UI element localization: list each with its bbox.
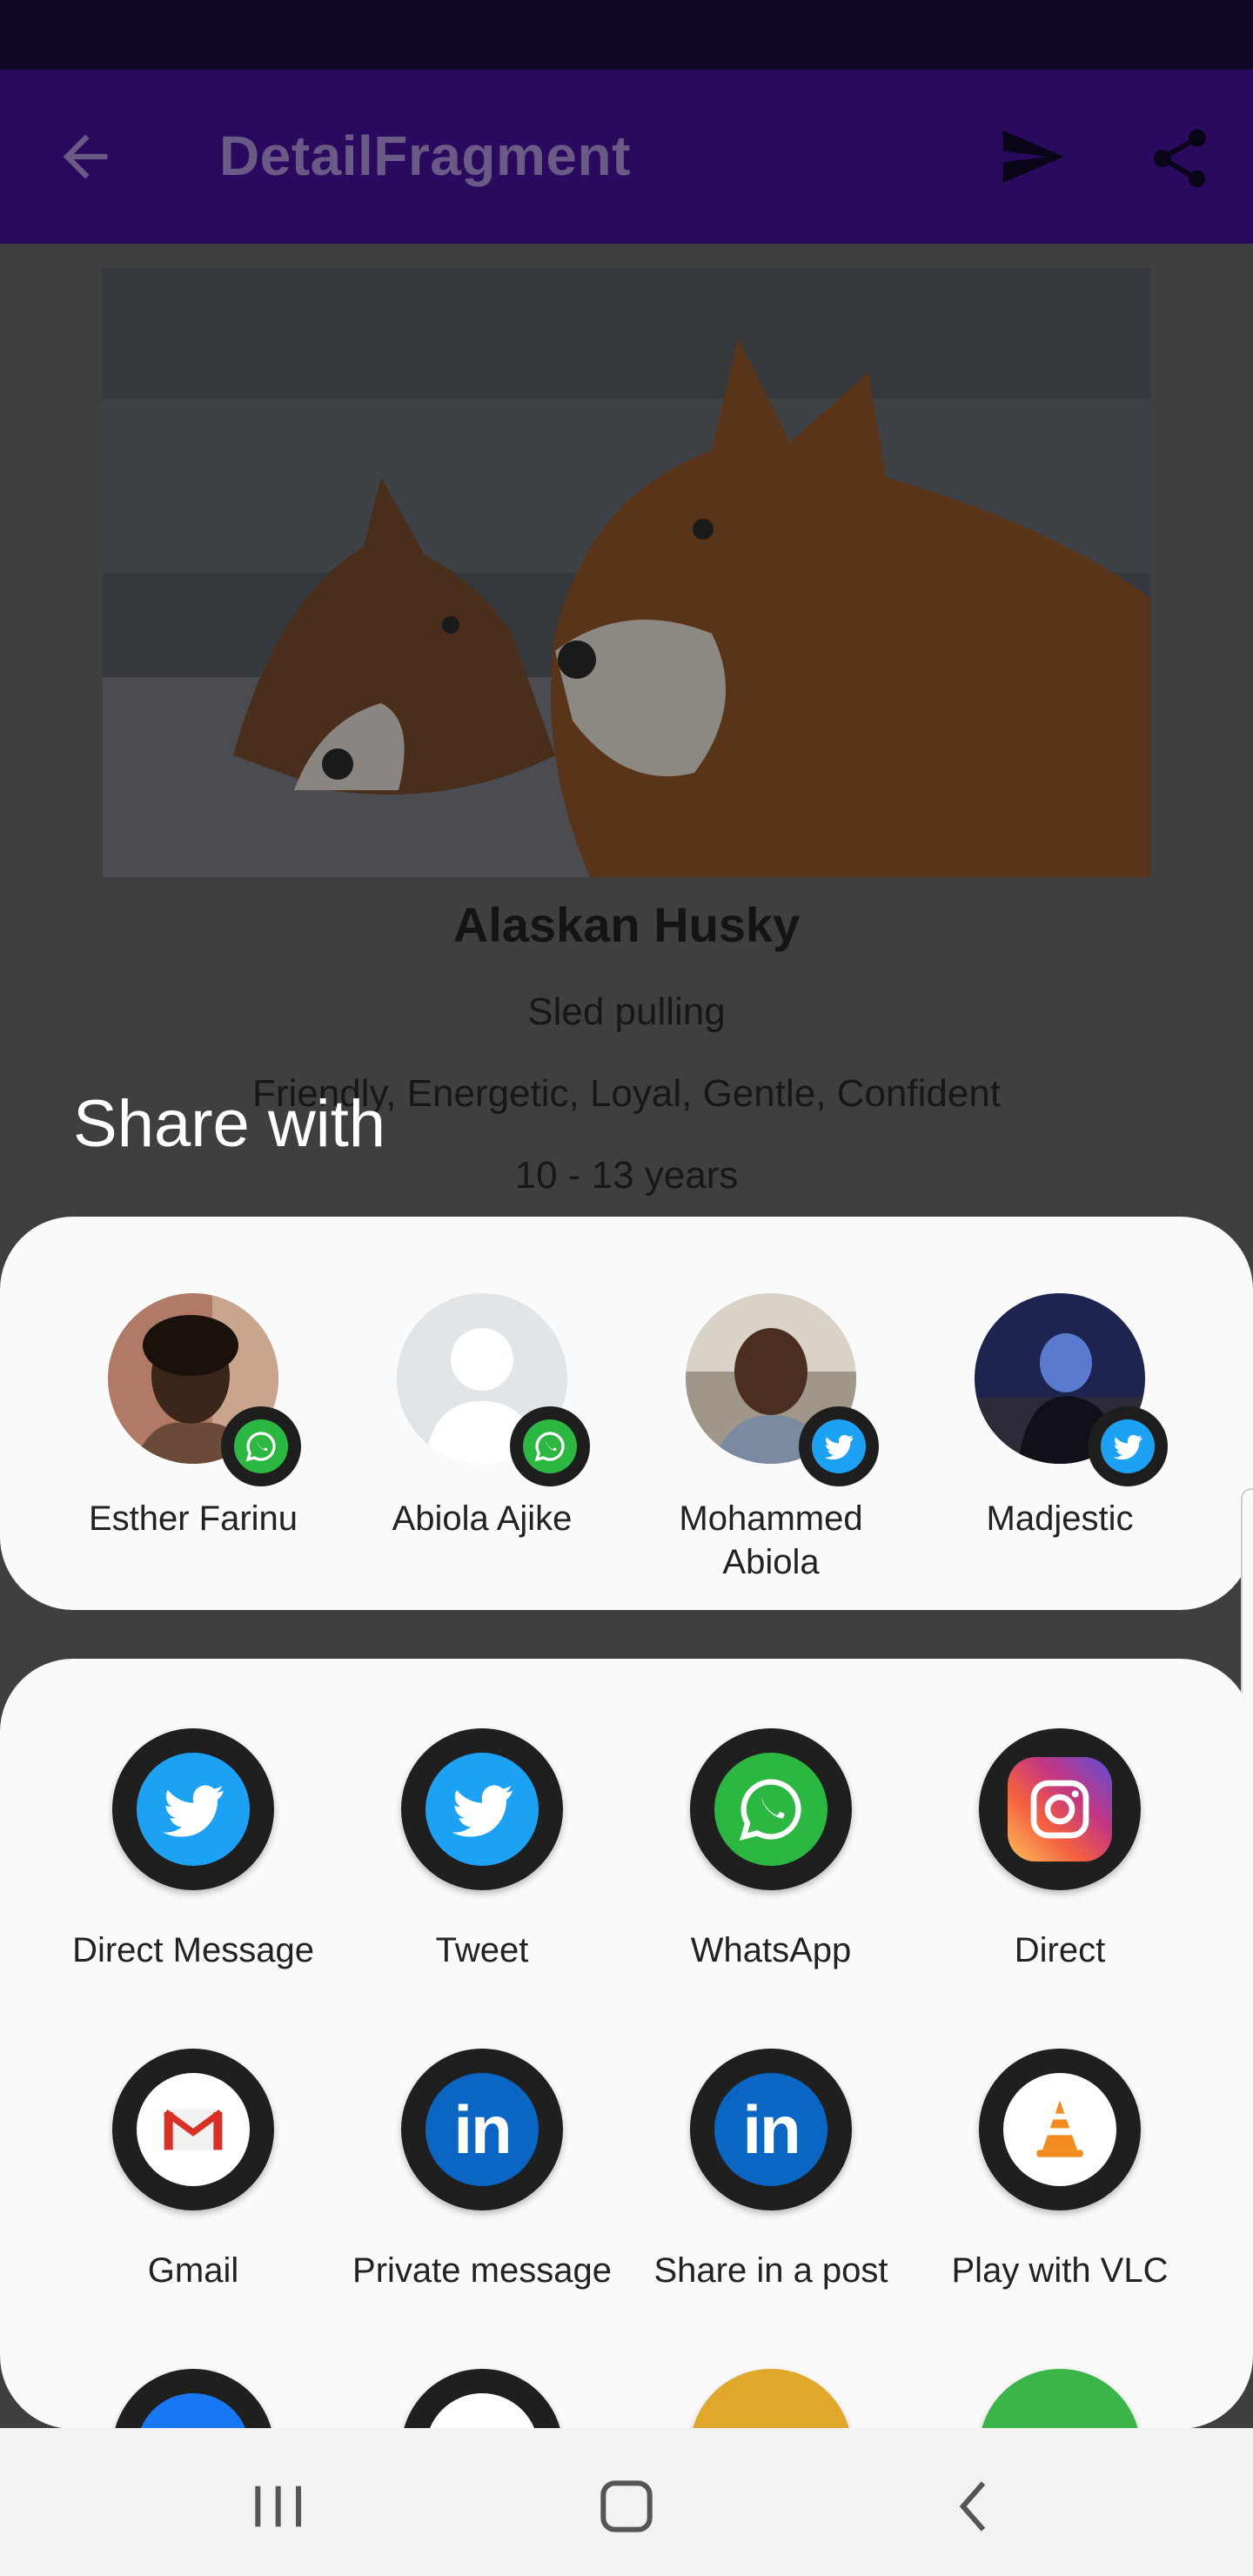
share-target-tweet[interactable]: Tweet <box>343 1728 621 1972</box>
twitter-icon <box>1101 1419 1155 1473</box>
app-label: Direct <box>1014 1931 1106 1969</box>
share-app-grid: Direct Message Tweet WhatsApp Direct Gma… <box>0 1659 1253 2429</box>
twitter-icon <box>812 1419 866 1473</box>
arrow-back-icon[interactable] <box>52 124 118 190</box>
share-target-linkedin-message[interactable]: in Private message <box>343 2049 621 2292</box>
gmail-icon <box>137 2073 250 2186</box>
share-target-gmail[interactable]: Gmail <box>54 2049 332 2292</box>
facebook-icon <box>137 2393 250 2429</box>
share-target-instagram-direct[interactable]: Direct <box>921 1728 1199 1972</box>
direct-share-target[interactable]: Abiola Ajike <box>343 1293 621 1540</box>
share-target-linkedin-post[interactable]: in Share in a post <box>632 2049 910 2292</box>
app-label: Gmail <box>147 2251 239 2290</box>
status-bar <box>0 0 1253 70</box>
recents-icon[interactable] <box>244 2472 313 2541</box>
contact-icon <box>1003 2393 1116 2429</box>
dog-photo <box>103 268 1150 877</box>
share-target-whatsapp[interactable]: WhatsApp <box>632 1728 910 1972</box>
send-icon[interactable] <box>997 122 1067 191</box>
app-label: WhatsApp <box>690 1931 852 1969</box>
home-icon[interactable] <box>592 2472 661 2541</box>
twitter-icon <box>425 1753 539 1866</box>
nav-back-icon[interactable] <box>940 2472 1009 2541</box>
app-label: Private message <box>352 2251 612 2290</box>
share-icon[interactable] <box>1145 124 1215 193</box>
twitter-icon <box>137 1753 250 1866</box>
instagram-icon <box>1008 1757 1112 1862</box>
app-label: Share in a post <box>653 2251 888 2290</box>
share-sheet-title: Share with <box>73 1087 386 1161</box>
contact-name: Esther Farinu <box>88 1499 298 1538</box>
navigation-bar <box>0 2428 1253 2576</box>
dog-name: Alaskan Husky <box>452 897 801 952</box>
chat-icon <box>425 2393 539 2429</box>
share-target-vlc[interactable]: Play with VLC <box>921 2049 1199 2292</box>
direct-share-target[interactable]: Madjestic <box>921 1293 1199 1540</box>
contact-name: Mohammed Abiola <box>679 1499 863 1581</box>
avatar <box>397 1293 590 1486</box>
app-bar: DetailFragment <box>0 70 1253 244</box>
whatsapp-icon <box>523 1419 577 1473</box>
app-label: Tweet <box>435 1931 529 1969</box>
avatar <box>686 1293 879 1486</box>
contact-name: Abiola Ajike <box>392 1499 573 1538</box>
direct-share-target[interactable]: Mohammed Abiola <box>632 1293 910 1584</box>
whatsapp-icon <box>714 1753 828 1866</box>
detail-content: Alaskan Husky Sled pulling Friendly, Ene… <box>0 244 1253 1218</box>
app-label: Play with VLC <box>951 2251 1169 2290</box>
contact-name: Madjestic <box>986 1499 1134 1538</box>
linkedin-icon: in <box>425 2073 539 2186</box>
direct-share-row: Esther Farinu Abiola Ajike Mohammed Abio… <box>0 1217 1253 1610</box>
share-target-partial[interactable] <box>921 2369 1199 2429</box>
whatsapp-icon <box>234 1419 288 1473</box>
share-target-partial[interactable] <box>343 2369 621 2429</box>
avatar <box>108 1293 301 1486</box>
app-label: Direct Message <box>72 1931 314 1969</box>
vlc-icon <box>1003 2073 1116 2186</box>
page-title: DetailFragment <box>219 124 631 187</box>
linkedin-icon: in <box>714 2073 828 2186</box>
share-target-direct-message[interactable]: Direct Message <box>54 1728 332 1972</box>
direct-share-target[interactable]: Esther Farinu <box>54 1293 332 1540</box>
share-target-partial[interactable] <box>632 2369 910 2429</box>
share-target-partial[interactable] <box>54 2369 332 2429</box>
avatar <box>975 1293 1168 1486</box>
bred-for: Sled pulling <box>527 990 726 1033</box>
notes-icon <box>714 2393 828 2429</box>
